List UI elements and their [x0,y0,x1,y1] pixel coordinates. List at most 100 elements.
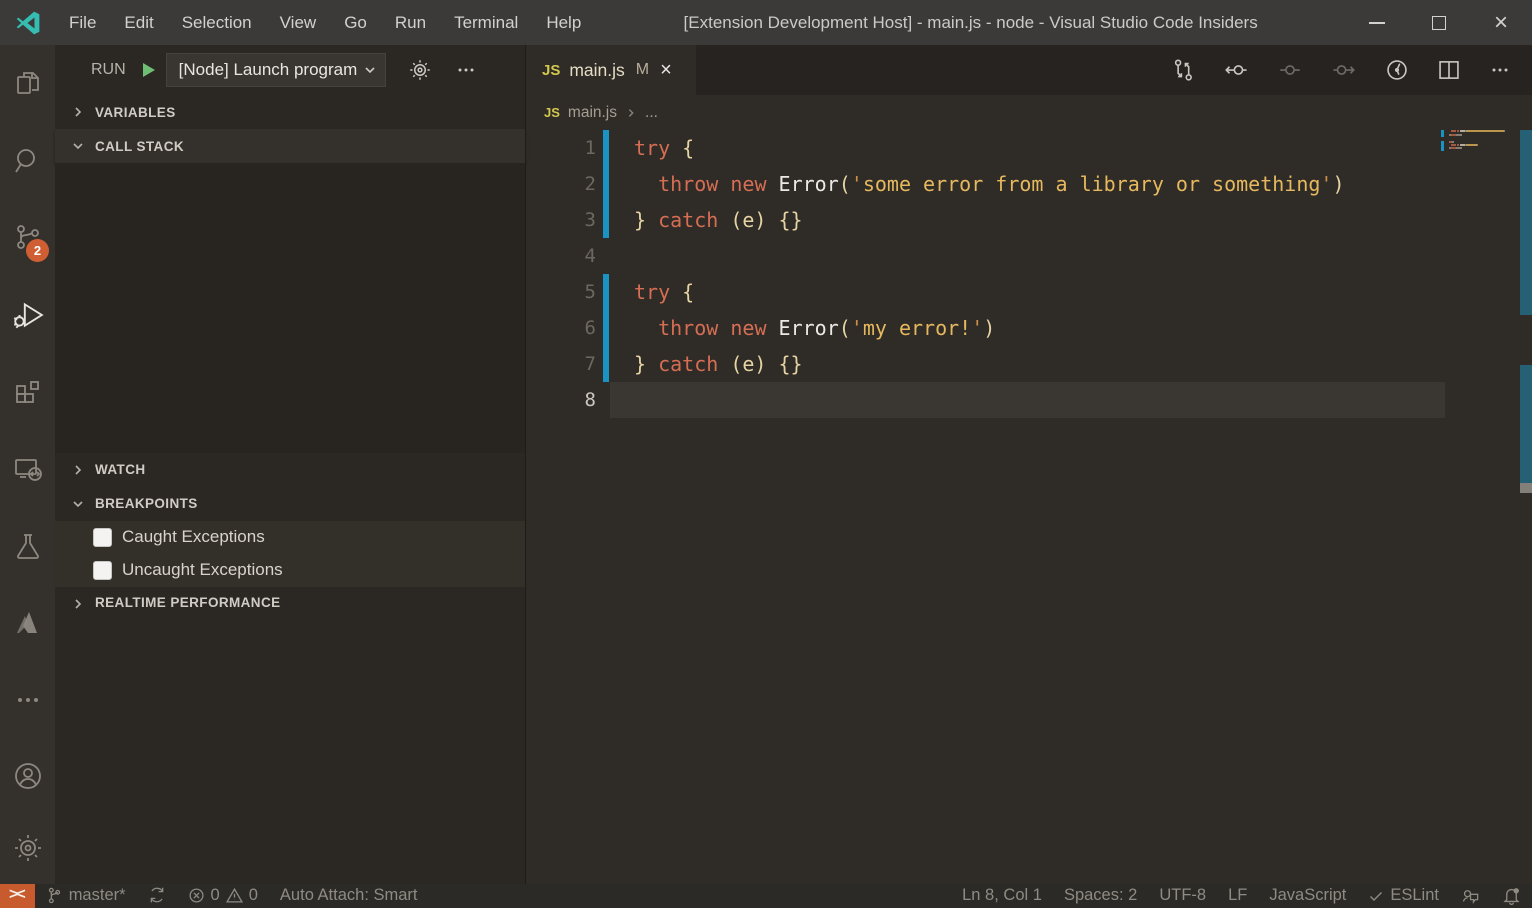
overview-ruler[interactable] [1520,130,1532,884]
next-change-icon[interactable] [1330,57,1358,83]
accounts-button[interactable] [0,740,55,812]
menu-help[interactable]: Help [532,0,595,45]
close-tab-button[interactable]: × [660,59,672,82]
eslint-status[interactable]: ESLint [1357,884,1450,905]
breadcrumb-file[interactable]: main.js [568,104,617,122]
beaker-icon [12,530,44,562]
encoding-status[interactable]: UTF-8 [1148,884,1217,905]
start-debugging-button[interactable] [138,60,158,80]
breakpoint-caught-exceptions-row[interactable]: Caught Exceptions [55,521,525,554]
tab-main-js[interactable]: JS main.js M × [526,45,696,95]
menu-file[interactable]: File [55,0,110,45]
errors-icon [188,887,205,904]
previous-change-icon[interactable] [1222,57,1250,83]
line-number[interactable]: 8 [526,389,610,411]
section-watch[interactable]: WATCH [55,453,525,487]
more-actions-button[interactable] [454,58,478,82]
line-number[interactable]: 2 [526,173,610,195]
encoding-label: UTF-8 [1159,886,1206,905]
more-actions-icon[interactable] [1488,58,1512,82]
menu-edit[interactable]: Edit [110,0,167,45]
code-editor[interactable]: 1try {2 throw new Error('some error from… [526,130,1532,884]
sidebar-item-extensions[interactable] [0,353,55,430]
git-branch-icon [46,887,63,904]
code-line[interactable]: 4 [526,238,1532,274]
chevron-right-icon [625,107,637,119]
sidebar-item-testing[interactable] [0,507,55,584]
line-number[interactable]: 5 [526,281,610,303]
close-button[interactable]: × [1470,0,1532,45]
section-variables[interactable]: VARIABLES [55,95,525,129]
menu-selection[interactable]: Selection [168,0,266,45]
line-number[interactable]: 3 [526,209,610,231]
call-stack-body [55,163,525,453]
error-count: 0 [211,886,220,905]
code-line[interactable]: 2 throw new Error('some error from a lib… [526,166,1532,202]
code-line[interactable]: 7} catch (e) {} [526,346,1532,382]
section-call-stack[interactable]: CALL STACK [55,129,525,163]
sidebar-item-source-control[interactable]: 2 [0,199,55,276]
minimize-icon [1369,22,1385,24]
launch-configuration-value: [Node] Launch program [179,60,358,80]
sidebar-item-azure[interactable] [0,584,55,661]
maximize-button[interactable] [1408,0,1470,45]
uncaught-exceptions-checkbox[interactable] [93,561,112,580]
sidebar-item-run-and-debug[interactable] [0,276,55,353]
minimap[interactable] [1445,130,1520,884]
chevron-down-icon [363,63,377,77]
section-call-stack-label: CALL STACK [95,139,184,154]
warnings-icon [226,887,243,904]
menu-go[interactable]: Go [330,0,381,45]
configure-gear-button[interactable] [408,58,432,82]
git-branch-status[interactable]: master* [35,884,137,905]
code-lines: 1try {2 throw new Error('some error from… [526,130,1532,418]
section-breakpoints[interactable]: BREAKPOINTS [55,487,525,521]
sidebar-item-search[interactable] [0,122,55,199]
breadcrumb[interactable]: JS main.js ... [526,95,1532,130]
menu-terminal[interactable]: Terminal [440,0,532,45]
eol-status[interactable]: LF [1217,884,1258,905]
line-number[interactable]: 6 [526,317,610,339]
open-changes-icon[interactable] [1170,57,1196,83]
line-number[interactable]: 1 [526,137,610,159]
current-change-icon[interactable] [1276,57,1304,83]
settings-button[interactable] [0,812,55,884]
split-editor-icon[interactable] [1436,57,1462,83]
auto-attach-status[interactable]: Auto Attach: Smart [269,884,429,905]
language-mode-status[interactable]: JavaScript [1258,884,1357,905]
section-realtime-performance[interactable]: REALTIME PERFORMANCE [55,587,525,885]
search-icon [12,145,44,177]
ellipsis-icon [12,684,44,716]
menu-run[interactable]: Run [381,0,440,45]
caught-exceptions-checkbox[interactable] [93,528,112,547]
account-icon [12,760,44,792]
scrollbar-slider[interactable] [1520,483,1532,493]
code-line[interactable]: 6 throw new Error('my error!') [526,310,1532,346]
problems-status[interactable]: 0 0 [177,884,269,905]
code-line[interactable]: 3} catch (e) {} [526,202,1532,238]
sync-changes-button[interactable] [137,884,177,904]
feedback-button[interactable] [1450,884,1491,905]
code-text: try { [610,136,694,160]
status-bar: >< master* 0 0 Auto Attach: Sma [0,884,1532,908]
profile-timer-icon[interactable] [1384,57,1410,83]
breakpoint-uncaught-exceptions-row[interactable]: Uncaught Exceptions [55,554,525,587]
window-controls: × [1346,0,1532,45]
line-number[interactable]: 7 [526,353,610,375]
caught-exceptions-label: Caught Exceptions [122,527,265,547]
line-number[interactable]: 4 [526,245,610,267]
sidebar-item-remote-explorer[interactable] [0,430,55,507]
notifications-button[interactable] [1491,884,1532,905]
cursor-position-status[interactable]: Ln 8, Col 1 [951,884,1053,905]
code-line[interactable]: 1try { [526,130,1532,166]
remote-indicator[interactable]: >< [0,884,35,908]
sidebar-item-more-views[interactable] [0,661,55,738]
indentation-status[interactable]: Spaces: 2 [1053,884,1148,905]
launch-configuration-dropdown[interactable]: [Node] Launch program [166,53,387,87]
code-line[interactable]: 5try { [526,274,1532,310]
breadcrumb-symbol[interactable]: ... [645,104,658,122]
sidebar-item-explorer[interactable] [0,45,55,122]
code-line[interactable]: 8 [526,382,1532,418]
menu-view[interactable]: View [266,0,331,45]
minimize-button[interactable] [1346,0,1408,45]
